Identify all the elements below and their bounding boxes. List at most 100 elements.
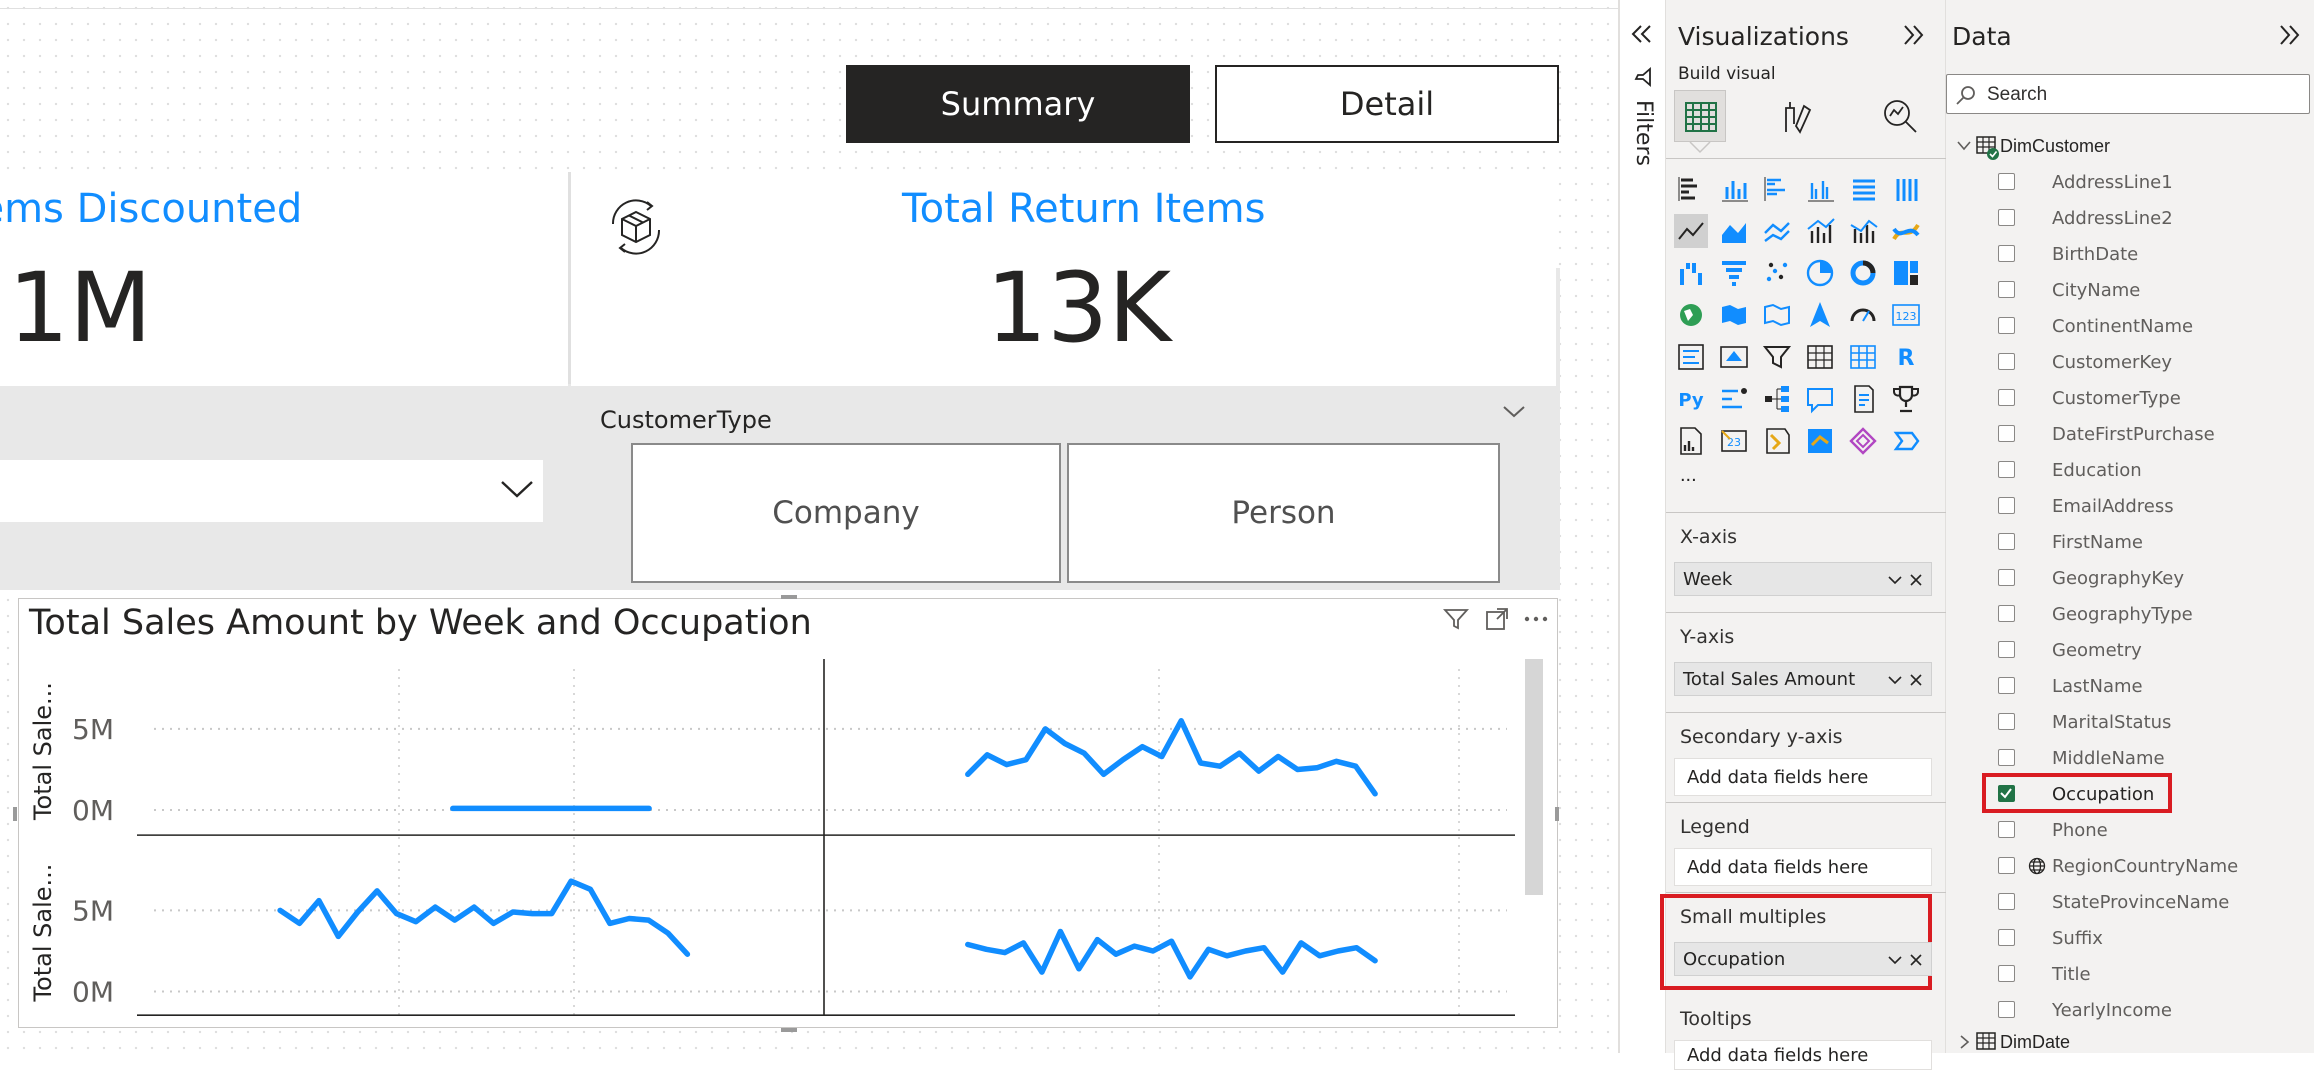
checkbox[interactable]	[1998, 749, 2015, 766]
checkbox[interactable]	[1998, 389, 2015, 406]
ribbon-chart-icon[interactable]	[1889, 214, 1923, 248]
checkbox[interactable]	[1998, 353, 2015, 370]
more-visuals-icon[interactable]: ...	[1680, 464, 1697, 487]
field-row[interactable]: BirthDate	[1946, 236, 2314, 272]
gauge-icon[interactable]	[1846, 298, 1880, 332]
donut-chart-icon[interactable]	[1846, 256, 1880, 290]
field-row[interactable]: AddressLine2	[1946, 200, 2314, 236]
filters-label[interactable]: Filters	[1631, 100, 1656, 166]
line-and-clustered-column-chart-icon[interactable]	[1846, 214, 1880, 248]
r-visual-icon[interactable]: R	[1889, 340, 1923, 374]
stacked-area-chart-icon[interactable]	[1760, 214, 1794, 248]
checkbox[interactable]	[1998, 929, 2015, 946]
qa-icon[interactable]	[1803, 382, 1837, 416]
search-input[interactable]: Search	[1946, 74, 2310, 114]
checkbox[interactable]	[1998, 569, 2015, 586]
field-row[interactable]: MaritalStatus	[1946, 704, 2314, 740]
chevron-right-icon[interactable]	[1956, 1034, 1972, 1055]
funnel-chart-icon[interactable]	[1717, 256, 1751, 290]
remove-field-icon[interactable]	[1909, 951, 1923, 972]
python-visual-icon[interactable]: Py	[1674, 382, 1708, 416]
remove-field-icon[interactable]	[1909, 671, 1923, 692]
card-icon[interactable]: 123	[1889, 298, 1923, 332]
chevron-down-icon[interactable]	[1956, 138, 1972, 159]
kpi-icon[interactable]	[1717, 340, 1751, 374]
field-row[interactable]: DateFirstPurchase	[1946, 416, 2314, 452]
field-row[interactable]: Suffix	[1946, 920, 2314, 956]
100-stacked-bar-chart-icon[interactable]	[1846, 172, 1880, 206]
collapse-pane-icon[interactable]	[1900, 22, 1926, 53]
dropdown-slicer[interactable]	[0, 460, 543, 522]
arcgis-icon[interactable]	[1803, 424, 1837, 458]
area-chart-icon[interactable]	[1717, 214, 1751, 248]
field-row[interactable]: GeographyType	[1946, 596, 2314, 632]
shape-map-icon[interactable]	[1760, 298, 1794, 332]
x-axis-field[interactable]: Week	[1674, 562, 1932, 596]
line-chart-visual[interactable]: Total Sales Amount by Week and Occupatio…	[13, 595, 1559, 1032]
table-icon[interactable]	[1803, 340, 1837, 374]
100-stacked-column-chart-icon[interactable]	[1889, 172, 1923, 206]
checkbox[interactable]	[1998, 821, 2015, 838]
tooltips-drop-zone[interactable]: Add data fields here	[1674, 1040, 1932, 1070]
checkbox[interactable]	[1998, 713, 2015, 730]
field-row[interactable]: CustomerType	[1946, 380, 2314, 416]
decomposition-tree-icon[interactable]	[1760, 382, 1794, 416]
table-row-dimcustomer[interactable]: DimCustomer	[1946, 132, 2314, 162]
line-and-column-chart-icon[interactable]	[1803, 214, 1837, 248]
checkbox[interactable]	[1998, 857, 2015, 874]
summary-button[interactable]: Summary	[846, 65, 1190, 143]
checkbox[interactable]	[1998, 209, 2015, 226]
azure-map-icon[interactable]	[1803, 298, 1837, 332]
field-row[interactable]: ContinentName	[1946, 308, 2314, 344]
checkbox[interactable]	[1998, 893, 2015, 910]
slicer-icon[interactable]	[1760, 340, 1794, 374]
resize-handle[interactable]	[13, 807, 17, 821]
checkbox[interactable]	[1998, 677, 2015, 694]
build-visual-tab[interactable]	[1674, 90, 1726, 142]
field-row[interactable]: StateProvinceName	[1946, 884, 2314, 920]
expand-filters-icon[interactable]	[1630, 22, 1654, 51]
paginated-report-icon[interactable]	[1674, 424, 1708, 458]
format-visual-tab[interactable]	[1778, 98, 1816, 141]
y-axis-field[interactable]: Total Sales Amount	[1674, 662, 1932, 696]
checkbox[interactable]	[1998, 173, 2015, 190]
detail-button[interactable]: Detail	[1215, 65, 1559, 143]
collapse-pane-icon[interactable]	[2276, 22, 2302, 53]
checkbox[interactable]	[1998, 533, 2015, 550]
checkbox[interactable]	[1998, 605, 2015, 622]
field-row[interactable]: FirstName	[1946, 524, 2314, 560]
chevron-down-icon[interactable]	[1887, 951, 1903, 972]
field-row[interactable]: EmailAddress	[1946, 488, 2314, 524]
smart-narrative-icon[interactable]	[1846, 382, 1880, 416]
field-row[interactable]: Phone	[1946, 812, 2314, 848]
power-apps-icon[interactable]: 23	[1717, 424, 1751, 458]
field-row[interactable]: GeographyKey	[1946, 560, 2314, 596]
chevron-down-icon[interactable]	[1887, 571, 1903, 592]
chevron-down-icon[interactable]	[1502, 404, 1526, 425]
table-row-dimdate[interactable]: DimDate	[1946, 1030, 2314, 1060]
chevron-down-icon[interactable]	[1887, 671, 1903, 692]
field-row[interactable]: YearlyIncome	[1946, 992, 2314, 1028]
power-automate-icon[interactable]	[1760, 424, 1794, 458]
field-row[interactable]: CustomerKey	[1946, 344, 2314, 380]
custom-visual-icon[interactable]	[1846, 424, 1880, 458]
pie-chart-icon[interactable]	[1803, 256, 1837, 290]
checkbox[interactable]	[1998, 245, 2015, 262]
field-row[interactable]: AddressLine1	[1946, 164, 2314, 200]
matrix-icon[interactable]	[1846, 340, 1880, 374]
treemap-icon[interactable]	[1889, 256, 1923, 290]
remove-field-icon[interactable]	[1909, 571, 1923, 592]
waterfall-chart-icon[interactable]	[1674, 256, 1708, 290]
secondary-y-axis-drop-zone[interactable]: Add data fields here	[1674, 758, 1932, 796]
field-row[interactable]: MiddleName	[1946, 740, 2314, 776]
legend-drop-zone[interactable]: Add data fields here	[1674, 848, 1932, 886]
field-row[interactable]: RegionCountryName	[1946, 848, 2314, 884]
key-influencers-icon[interactable]	[1717, 382, 1751, 416]
clustered-column-chart-icon[interactable]	[1803, 172, 1837, 206]
stacked-column-chart-icon[interactable]	[1717, 172, 1751, 206]
checkbox[interactable]	[1998, 317, 2015, 334]
checkbox[interactable]	[1998, 425, 2015, 442]
chevron-down-icon[interactable]	[500, 478, 534, 505]
more-custom-visual-icon[interactable]	[1889, 424, 1923, 458]
metrics-icon[interactable]	[1889, 382, 1923, 416]
